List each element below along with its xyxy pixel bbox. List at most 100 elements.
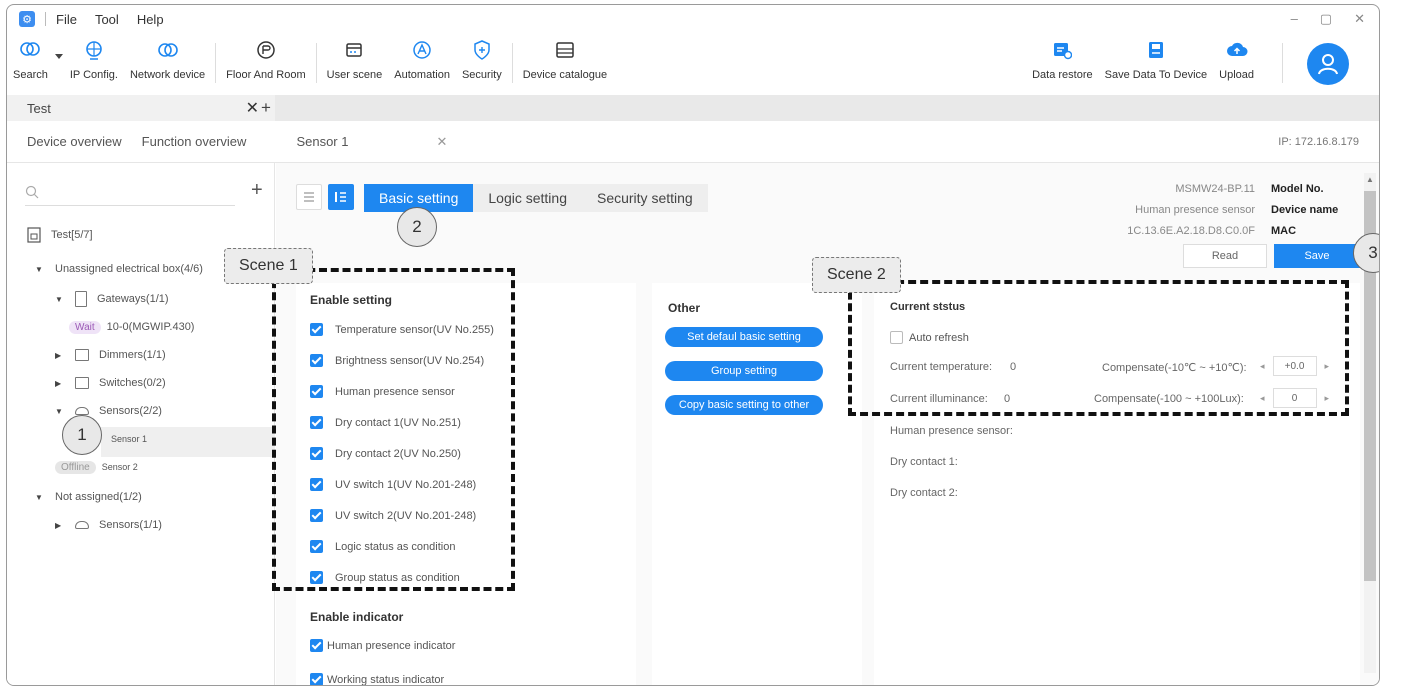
tab-device-overview[interactable]: Device overview <box>27 134 122 149</box>
tree-sensor-2[interactable]: Offline Sensor 2 <box>55 457 138 477</box>
set-default-basic-setting-button[interactable]: Set defaul basic setting <box>665 327 823 347</box>
mac-label: MAC <box>1271 225 1297 237</box>
globe-icon <box>83 39 105 61</box>
device-catalogue-button[interactable]: Device catalogue <box>517 33 613 81</box>
ip-config-button[interactable]: IP Config. <box>64 33 124 81</box>
detail-view-button[interactable] <box>328 184 354 210</box>
automation-button[interactable]: Automation <box>388 33 456 81</box>
save-button[interactable]: Save <box>1274 244 1360 268</box>
app-window: ⚙ File Tool Help – ▢ ✕ Search IP Config.… <box>6 4 1380 686</box>
search-dropdown-button[interactable] <box>54 33 64 69</box>
caret-down-icon[interactable]: ▼ <box>35 493 45 502</box>
floor-and-room-button[interactable]: Floor And Room <box>220 33 311 81</box>
tree-sensors-na-label: Sensors(1/1) <box>99 519 162 531</box>
tree-gateway-item-label: 10-0(MGWIP.430) <box>106 321 195 333</box>
user-avatar[interactable] <box>1307 43 1349 85</box>
tree-search-input[interactable] <box>45 179 235 203</box>
tab-security-setting[interactable]: Security setting <box>582 184 708 212</box>
menu-help[interactable]: Help <box>137 12 164 27</box>
shield-icon <box>471 39 493 61</box>
sub-navigation: Device overview Function overview Sensor… <box>7 121 1379 163</box>
tree-sensors-not-assigned[interactable]: ▶ Sensors(1/1) <box>55 515 162 535</box>
network-device-label: Network device <box>129 69 206 81</box>
network-device-icon <box>157 39 179 61</box>
tree-gateways-label: Gateways(1/1) <box>97 293 169 305</box>
menu-file[interactable]: File <box>56 12 77 27</box>
enable-indicator-title: Enable indicator <box>310 610 404 624</box>
device-name-value: Human presence sensor <box>1135 204 1255 216</box>
caret-right-icon[interactable]: ▶ <box>55 351 65 360</box>
checkbox-checked-icon[interactable] <box>310 673 323 685</box>
user-scene-icon <box>343 39 365 61</box>
add-device-button[interactable]: + <box>251 179 263 202</box>
search-button[interactable]: Search <box>7 33 54 81</box>
gateway-icon <box>75 291 87 307</box>
presence-indicator-checkbox[interactable]: Human presence indicator <box>310 639 455 652</box>
save-data-icon <box>1145 39 1167 61</box>
tree-unassigned-box-label: Unassigned electrical box(4/6) <box>55 263 203 275</box>
title-bar: ⚙ File Tool Help – ▢ ✕ <box>7 5 1379 33</box>
tree-dimmers[interactable]: ▶ Dimmers(1/1) <box>55 345 166 365</box>
sensor-icon <box>75 407 89 415</box>
close-tab-icon[interactable]: ✕ <box>246 98 259 118</box>
user-icon <box>1318 54 1338 75</box>
toolbar-right: Data restore Save Data To Device Upload <box>1026 33 1349 85</box>
scene-1-highlight-box <box>272 268 515 591</box>
caret-down-icon[interactable]: ▼ <box>35 265 45 274</box>
menu-tool[interactable]: Tool <box>95 12 119 27</box>
tree-switches[interactable]: ▶ Switches(0/2) <box>55 373 166 393</box>
caret-down-icon[interactable]: ▼ <box>55 295 65 304</box>
add-tab-button[interactable]: + <box>261 98 271 118</box>
save-data-to-device-button[interactable]: Save Data To Device <box>1099 33 1214 81</box>
tree-sensors-label: Sensors(2/2) <box>99 405 162 417</box>
security-button[interactable]: Security <box>456 33 508 81</box>
network-device-button[interactable]: Network device <box>124 33 211 81</box>
tab-logic-setting[interactable]: Logic setting <box>473 184 582 212</box>
offline-status-badge: Offline <box>55 460 96 474</box>
tree-unassigned-box[interactable]: ▼ Unassigned electrical box(4/6) <box>35 259 203 279</box>
tab-function-overview[interactable]: Function overview <box>142 134 247 149</box>
tab-test[interactable]: Test ✕ <box>7 95 275 121</box>
presence-sensor-label: Human presence sensor: <box>890 425 1013 437</box>
minimize-button[interactable]: – <box>1291 11 1298 27</box>
tree-gateways[interactable]: ▼ Gateways(1/1) <box>55 289 169 309</box>
read-button[interactable]: Read <box>1183 244 1267 268</box>
mac-value: 1C.13.6E.A2.18.D8.C0.0F <box>1127 225 1255 237</box>
model-value: MSMW24-BP.11 <box>1175 183 1255 195</box>
tree-gateway-item[interactable]: Wait 10-0(MGWIP.430) <box>69 317 194 337</box>
user-scene-button[interactable]: User scene <box>321 33 389 81</box>
window-controls: – ▢ ✕ <box>1291 11 1365 27</box>
caret-right-icon[interactable]: ▶ <box>55 521 65 530</box>
tab-sensor-1[interactable]: Sensor 1 <box>296 134 348 149</box>
project-tab-bar: Test ✕ + <box>7 95 1379 121</box>
checkbox-checked-icon[interactable] <box>310 639 323 652</box>
copy-basic-setting-button[interactable]: Copy basic setting to other <box>665 395 823 415</box>
close-window-button[interactable]: ✕ <box>1354 11 1365 27</box>
upload-button[interactable]: Upload <box>1213 33 1260 81</box>
tree-sensor-1[interactable]: Sensor 1 <box>111 429 147 449</box>
list-icon <box>304 192 314 202</box>
cloud-upload-icon <box>1226 39 1248 61</box>
list-view-button[interactable] <box>296 184 322 210</box>
checkbox-label: Working status indicator <box>327 673 445 686</box>
search-icon <box>25 185 39 199</box>
tree-root[interactable]: Test[5/7] <box>27 225 93 245</box>
step-1-marker: 1 <box>62 415 102 455</box>
close-sensor-tab-icon[interactable]: ✕ <box>436 134 447 150</box>
data-restore-icon <box>1051 39 1073 61</box>
caret-down-icon[interactable]: ▼ <box>55 407 65 416</box>
working-indicator-checkbox[interactable]: Working status indicator <box>310 673 445 686</box>
tree-not-assigned[interactable]: ▼ Not assigned(1/2) <box>35 487 142 507</box>
data-restore-button[interactable]: Data restore <box>1026 33 1099 81</box>
scroll-up-icon[interactable]: ▲ <box>1366 175 1374 184</box>
other-title: Other <box>668 301 701 315</box>
other-panel: Other Set defaul basic setting Group set… <box>652 283 862 685</box>
caret-right-icon[interactable]: ▶ <box>55 379 65 388</box>
automation-label: Automation <box>394 69 450 81</box>
device-tree-sidebar: + Test[5/7] ▼ Unassigned electrical box(… <box>7 163 275 685</box>
restore-button[interactable]: ▢ <box>1320 11 1332 27</box>
group-setting-button[interactable]: Group setting <box>665 361 823 381</box>
toolbar-separator <box>315 43 317 83</box>
checkbox-label: Human presence indicator <box>327 639 456 652</box>
scene-2-highlight-box <box>848 280 1349 416</box>
